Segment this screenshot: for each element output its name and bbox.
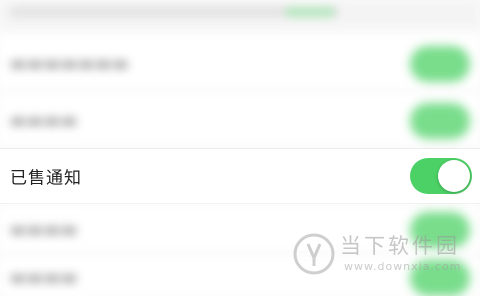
setting-row-sold-notification[interactable]: 已售通知 <box>0 148 480 204</box>
watermark-url: www.downxia.com <box>344 260 462 273</box>
blurred-toggle <box>410 45 470 82</box>
watermark: 当下软件园 www.downxia.com <box>292 226 472 286</box>
blurred-setting-row: ▬▬▬▬▬▬▬ <box>0 36 480 92</box>
watermark-title: 当下软件园 <box>340 234 460 258</box>
sold-notification-toggle[interactable] <box>410 158 472 194</box>
setting-label: 已售通知 <box>10 168 82 189</box>
blurred-setting-row: ▬▬▬▬ <box>0 94 480 148</box>
settings-screen: ▬▬▬▬▬▬▬ ▬▬▬▬ 已售通知 ▬▬▬▬ ▬▬▬▬ 当下软件园 www.do… <box>0 0 480 296</box>
watermark-logo-icon <box>293 233 335 275</box>
blurred-toggle <box>410 102 470 139</box>
toggle-knob <box>438 160 470 192</box>
blurred-header <box>0 0 480 28</box>
